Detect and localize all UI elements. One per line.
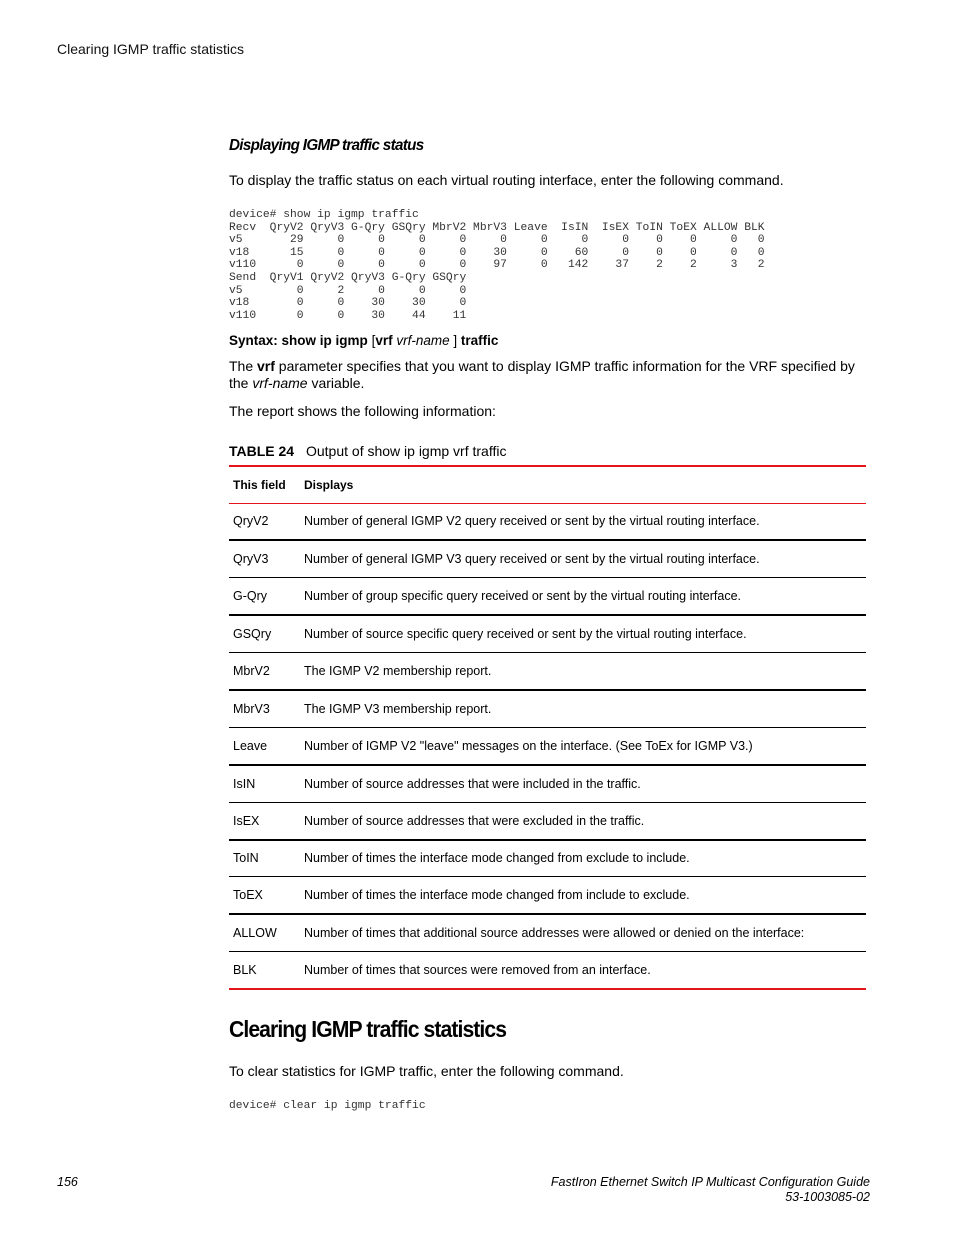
field-description: Number of times that sources were remove… <box>304 963 651 978</box>
section-heading-displaying: Displaying IGMP traffic status <box>229 137 424 154</box>
field-description: Number of times the interface mode chang… <box>304 888 690 903</box>
table-row: QryV2 Number of general IGMP V2 query rec… <box>229 503 866 541</box>
code-block-clear-traffic: device# clear ip igmp traffic <box>229 1100 426 1112</box>
header-field: This field <box>233 477 286 492</box>
syntax-command-tail: traffic <box>460 333 499 348</box>
field-name: ALLOW <box>233 926 277 941</box>
table-caption: TABLE 24 Output of show ip igmp vrf traf… <box>229 443 506 459</box>
field-description: The IGMP V2 membership report. <box>304 664 492 678</box>
vrf-description: The vrf parameter specifies that you wan… <box>229 358 866 392</box>
field-name: IsEX <box>233 813 260 828</box>
clear-intro: To clear statistics for IGMP traffic, en… <box>229 1063 624 1079</box>
field-name: Leave <box>233 738 268 753</box>
syntax-label: Syntax: <box>229 333 278 348</box>
syntax-vrf-keyword: vrf <box>375 333 393 348</box>
desc-italic-var: vrf-name <box>252 375 308 391</box>
field-name: IsIN <box>233 776 256 791</box>
table-row: IsEX Number of source addresses that were… <box>229 802 866 840</box>
report-intro: The report shows the following informati… <box>229 403 496 419</box>
field-description: The IGMP V3 membership report. <box>304 701 492 716</box>
field-name: G-Qry <box>233 589 268 604</box>
desc-text: variable. <box>307 375 365 391</box>
table-caption-label: TABLE 24 <box>229 443 295 459</box>
field-name: MbrV3 <box>233 701 270 716</box>
field-description: Number of source specific query received… <box>304 627 747 642</box>
field-name: QryV3 <box>233 552 269 567</box>
table-row: ToIN Number of times the interface mode c… <box>229 840 866 877</box>
footer-doc-title: FastIron Ethernet Switch IP Multicast Co… <box>550 1175 870 1189</box>
field-description: Number of source addresses that were exc… <box>304 813 645 828</box>
table-row: MbrV2 The IGMP V2 membership report. <box>229 653 866 690</box>
fields-table: This field Displays QryV2 Number of gener… <box>229 465 866 990</box>
table-header-row: This field Displays <box>229 466 866 503</box>
field-description: Number of IGMP V2 "leave" messages on th… <box>304 738 753 753</box>
table-row: BLK Number of times that sources were rem… <box>229 952 866 990</box>
section-heading-clearing: Clearing IGMP traffic statistics <box>229 1016 507 1042</box>
field-description: Number of times the interface mode chang… <box>304 851 690 866</box>
field-name: GSQry <box>233 627 272 642</box>
field-name: ToEX <box>233 888 263 903</box>
table-row: Leave Number of IGMP V2 "leave" messages … <box>229 727 866 765</box>
field-description: Number of source addresses that were inc… <box>304 776 641 791</box>
syntax-command: show ip igmp <box>281 333 368 348</box>
field-description: Number of group specific query received … <box>304 589 742 604</box>
field-name: MbrV2 <box>233 664 270 678</box>
section-intro: To display the traffic status on each vi… <box>229 172 784 188</box>
header-displays: Displays <box>304 477 354 492</box>
code-block-show-traffic: device# show ip igmp traffic Recv QryV2 … <box>229 209 765 322</box>
field-description: Number of general IGMP V2 query received… <box>304 514 760 529</box>
field-name: QryV2 <box>233 514 269 529</box>
table-row: G-Qry Number of group specific query rece… <box>229 578 866 616</box>
table-row: MbrV3 The IGMP V3 membership report. <box>229 690 866 728</box>
footer-doc-info: FastIron Ethernet Switch IP Multicast Co… <box>551 1175 870 1205</box>
field-name: BLK <box>233 963 257 978</box>
page-number: 156 <box>57 1175 78 1189</box>
table-row: GSQry Number of source specific query rec… <box>229 615 866 653</box>
syntax-line: Syntax: show ip igmp [vrf vrf-name ] tra… <box>229 333 498 348</box>
table-row: IsIN Number of source addresses that were… <box>229 765 866 803</box>
syntax-variable: vrf-name <box>396 333 450 348</box>
field-name: ToIN <box>233 851 259 866</box>
table-row: QryV3 Number of general IGMP V3 query rec… <box>229 540 866 578</box>
desc-bold-vrf: vrf <box>257 358 275 374</box>
table-row: ToEX Number of times the interface mode c… <box>229 877 866 915</box>
field-description: Number of general IGMP V3 query received… <box>304 552 760 567</box>
field-description: Number of times that additional source a… <box>304 926 805 941</box>
table-row: ALLOW Number of times that additional sou… <box>229 914 866 952</box>
running-header: Clearing IGMP traffic statistics <box>57 41 244 57</box>
syntax-bracket-close: ] <box>453 333 458 348</box>
footer-doc-number: 53-1003085-02 <box>785 1190 870 1204</box>
table-caption-text: Output of show ip igmp vrf traffic <box>305 443 507 459</box>
desc-text: The <box>229 358 258 374</box>
